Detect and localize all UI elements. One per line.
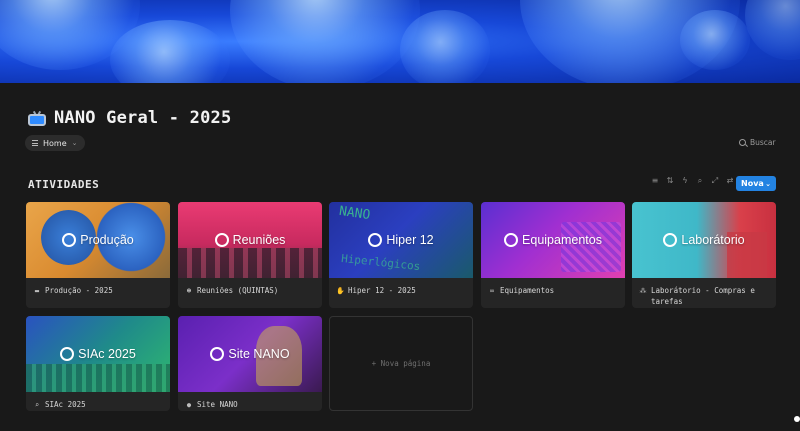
globe-icon	[210, 347, 225, 361]
card-title: SIAc 2025	[45, 400, 86, 409]
card-thumbnail: SIAc 2025	[26, 316, 170, 392]
gear-icon	[504, 233, 519, 247]
chevron-down-icon: ⌄	[71, 139, 78, 147]
card-laboratorio[interactable]: Laborátorio ⁂ Laborátorio - Compras e ta…	[632, 202, 776, 308]
card-siac-2025[interactable]: SIAc 2025 ⌕ SIAc 2025	[26, 316, 170, 411]
search-icon: ⌕	[34, 400, 40, 409]
card-title: Equipamentos	[500, 286, 555, 295]
section-title: ATIVIDADES	[28, 178, 100, 191]
new-page-label: + Nova página	[371, 359, 431, 368]
sort-icon[interactable]: ⇅	[666, 177, 674, 185]
scrollbar-thumb[interactable]	[794, 416, 800, 422]
hand-icon	[60, 347, 75, 361]
search-icon	[739, 139, 746, 146]
page-cover	[0, 0, 800, 83]
card-thumb-title: Laborátorio	[681, 233, 745, 247]
molecule-icon: ⁂	[639, 286, 647, 295]
view-tab-label: Home	[43, 138, 67, 148]
card-thumbnail: Laborátorio	[632, 202, 776, 278]
settings-icon[interactable]: ⇄	[726, 177, 734, 185]
card-thumbnail: Produção	[26, 202, 170, 278]
search-button[interactable]: Buscar	[739, 138, 776, 147]
card-thumbnail: Site NANO	[178, 316, 322, 392]
chevron-down-icon[interactable]: ⌄	[765, 180, 771, 188]
page-title-row: NANO Geral - 2025	[28, 108, 231, 128]
target-icon	[368, 233, 383, 247]
gear-icon	[62, 233, 77, 247]
card-title: Site NANO	[197, 400, 238, 409]
folder-icon: ▬	[34, 286, 40, 295]
filter-icon[interactable]: ≡	[651, 177, 659, 185]
view-tab-home[interactable]: Home ⌄	[25, 135, 85, 151]
expand-icon[interactable]: ⤢	[711, 177, 719, 185]
page-title[interactable]: NANO Geral - 2025	[54, 108, 231, 128]
card-thumb-title: Equipamentos	[522, 233, 602, 247]
new-page-button[interactable]: + Nova página	[329, 316, 473, 411]
card-thumb-title: SIAc 2025	[78, 347, 136, 361]
new-button[interactable]: Nova ⌄	[736, 176, 776, 191]
list-icon	[32, 140, 38, 146]
database-toolbar: ≡ ⇅ ϟ ⌕ ⤢ ⇄	[651, 177, 734, 185]
card-thumb-title: Reuniões	[232, 233, 286, 247]
card-title: Hiper 12 - 2025	[348, 286, 416, 295]
search-icon[interactable]: ⌕	[696, 177, 704, 185]
magnifier-icon	[663, 233, 678, 247]
card-thumb-title: Site NANO	[228, 347, 290, 361]
card-title: Reuniões (QUINTAS)	[197, 286, 279, 295]
card-thumbnail: NANO Hiperlógicos Hiper 12	[329, 202, 473, 278]
hand-icon: ✋	[336, 286, 345, 295]
people-icon	[214, 233, 229, 247]
link-icon: ∞	[489, 286, 495, 295]
card-thumbnail: Equipamentos	[481, 202, 625, 278]
new-button-label: Nova	[741, 179, 764, 188]
search-label: Buscar	[750, 138, 776, 147]
people-icon: ☻	[186, 286, 192, 295]
card-thumb-title: Produção	[80, 233, 134, 247]
card-site-nano[interactable]: Site NANO ● Site NANO	[178, 316, 322, 411]
card-producao[interactable]: Produção ▬ Produção - 2025	[26, 202, 170, 308]
globe-icon: ●	[186, 400, 192, 409]
card-equipamentos[interactable]: Equipamentos ∞ Equipamentos	[481, 202, 625, 308]
card-reunioes[interactable]: Reuniões ☻ Reuniões (QUINTAS)	[178, 202, 322, 308]
card-hiper-12[interactable]: NANO Hiperlógicos Hiper 12 ✋ Hiper 12 - …	[329, 202, 473, 308]
lightning-icon[interactable]: ϟ	[681, 177, 689, 185]
card-thumbnail: Reuniões	[178, 202, 322, 278]
card-thumb-title: Hiper 12	[386, 233, 434, 247]
tv-icon	[28, 110, 46, 126]
card-title: Produção - 2025	[45, 286, 113, 295]
card-title: Laborátorio - Compras e tarefas	[651, 286, 755, 306]
